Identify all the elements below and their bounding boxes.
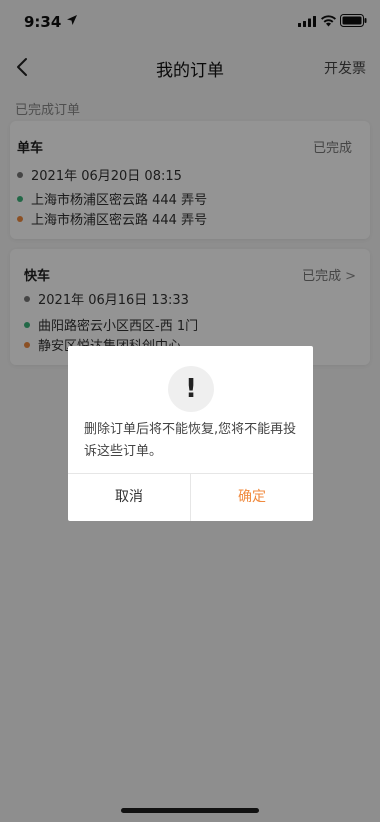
home-indicator[interactable] [121, 808, 259, 813]
dialog-buttons: 取消 确定 [68, 473, 313, 521]
alert-icon: ! [168, 366, 214, 412]
confirm-dialog: ! 删除订单后将不能恢复,您将不能再投诉这些订单。 取消 确定 [68, 346, 313, 521]
dialog-message: 删除订单后将不能恢复,您将不能再投诉这些订单。 [84, 422, 297, 459]
cancel-button[interactable]: 取消 [68, 474, 191, 521]
confirm-button[interactable]: 确定 [191, 474, 313, 521]
